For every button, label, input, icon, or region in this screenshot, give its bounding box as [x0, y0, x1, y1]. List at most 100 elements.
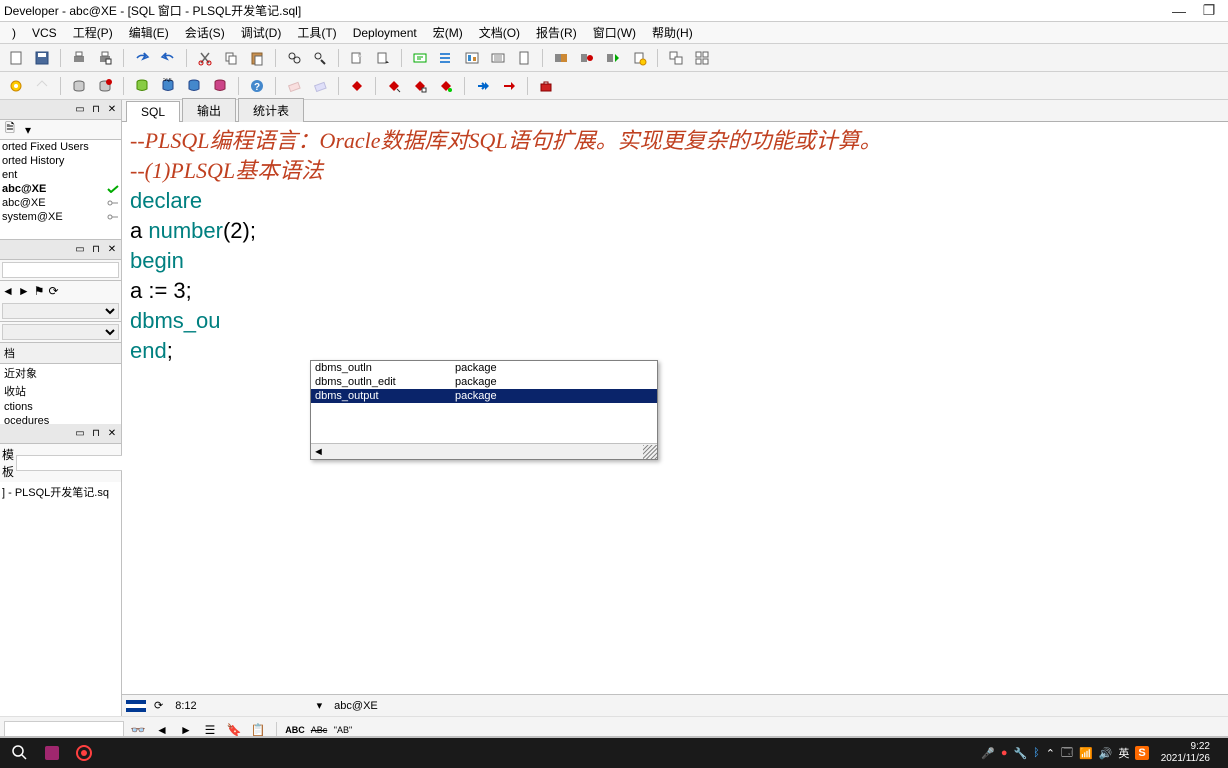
menu-help[interactable]: 帮助(H) — [644, 24, 701, 41]
autocomplete-item-selected[interactable]: dbms_outputpackage — [311, 389, 657, 403]
list-item[interactable]: ocedures — [0, 414, 121, 424]
autocomplete-scrollbar[interactable]: ◄ — [311, 443, 657, 459]
autocomplete-popup[interactable]: dbms_outlnpackage dbms_outln_editpackage… — [310, 360, 658, 460]
filter-favorite-icon[interactable]: ⚑ — [34, 284, 45, 298]
tray-chevron-icon[interactable]: ⌃ — [1046, 747, 1055, 760]
format-icon[interactable] — [345, 47, 369, 69]
menu-debug[interactable]: 调试(D) — [233, 24, 290, 41]
filter-icon[interactable]: ▾ — [20, 122, 36, 138]
menu-project[interactable]: 工程(P) — [65, 24, 121, 41]
list-item[interactable]: ctions — [0, 400, 121, 414]
tray-sogou-icon[interactable]: S — [1135, 746, 1148, 760]
tray-ime-icon[interactable]: 英 — [1118, 745, 1129, 761]
menu-tools[interactable]: 工具(T) — [289, 24, 344, 41]
template-list[interactable]: ] - PLSQL开发笔记.sq — [0, 482, 121, 716]
search-icon[interactable] — [4, 739, 36, 767]
menu-macro[interactable]: 宏(M) — [425, 24, 471, 41]
help-icon[interactable]: ? — [245, 75, 269, 97]
pane-menu-icon[interactable]: ▭ — [73, 104, 87, 115]
explain-icon[interactable] — [408, 47, 432, 69]
session-icon[interactable] — [486, 47, 510, 69]
filter-left-icon[interactable]: ◄ — [2, 284, 14, 298]
object-list[interactable]: 近对象 收站 ctions ocedures — [0, 364, 121, 424]
windows-icon[interactable] — [664, 47, 688, 69]
tree-item[interactable]: ent — [0, 168, 121, 182]
trace-icon[interactable] — [460, 47, 484, 69]
taskbar-app-icon[interactable] — [36, 739, 68, 767]
red-diamond-1-icon[interactable] — [345, 75, 369, 97]
arrow-right-blue-icon[interactable] — [471, 75, 495, 97]
list-item[interactable]: 近对象 — [0, 364, 121, 382]
undo-icon[interactable] — [130, 47, 154, 69]
red-diamond-3-icon[interactable] — [408, 75, 432, 97]
menu-window[interactable]: 窗口(W) — [585, 24, 644, 41]
refresh-icon[interactable]: ⟳ — [154, 699, 163, 712]
print-icon[interactable] — [67, 47, 91, 69]
cut-icon[interactable] — [193, 47, 217, 69]
pane-menu-icon[interactable]: ▭ — [73, 244, 87, 255]
tray-bluetooth-icon[interactable]: ᛒ — [1033, 747, 1040, 759]
autocomplete-item[interactable]: dbms_outlnpackage — [311, 361, 657, 375]
new-icon[interactable] — [4, 47, 28, 69]
copy-icon[interactable] — [219, 47, 243, 69]
redo-icon[interactable] — [156, 47, 180, 69]
connections-tree[interactable]: orted Fixed Users orted History ent abc@… — [0, 140, 121, 240]
pane-close-icon[interactable]: ✕ — [105, 104, 119, 115]
tool2-icon[interactable] — [575, 47, 599, 69]
pane-menu-icon[interactable]: ▭ — [73, 428, 87, 439]
pane-pin-icon[interactable]: ⊓ — [89, 428, 103, 439]
menu-session[interactable]: 会话(S) — [177, 24, 233, 41]
filter-refresh-icon[interactable]: ⟳ — [49, 284, 59, 298]
replace-icon[interactable] — [308, 47, 332, 69]
template-item[interactable]: ] - PLSQL开发笔记.sq — [2, 484, 119, 500]
tray-volume-icon[interactable]: 🔊 — [1099, 747, 1113, 760]
cup4-icon[interactable] — [208, 75, 232, 97]
tab-stats[interactable]: 统计表 — [238, 98, 304, 122]
tray-mic-icon[interactable]: 🎤 — [981, 747, 995, 760]
menu-edit[interactable]: 编辑(E) — [121, 24, 177, 41]
tool1-icon[interactable] — [549, 47, 573, 69]
tree-item[interactable]: orted Fixed Users — [0, 140, 121, 154]
object-type-select[interactable] — [2, 324, 119, 340]
conn-dropdown-icon[interactable]: ▾ — [317, 699, 323, 712]
pane-close-icon[interactable]: ✕ — [105, 244, 119, 255]
tool4-icon[interactable] — [627, 47, 651, 69]
print-preview-icon[interactable] — [93, 47, 117, 69]
menu-separator[interactable]: ) — [4, 26, 24, 40]
tree-item[interactable]: orted History — [0, 154, 121, 168]
menu-vcs[interactable]: VCS — [24, 26, 65, 40]
red-diamond-2-icon[interactable] — [382, 75, 406, 97]
tray-record-icon[interactable]: ● — [1001, 747, 1008, 759]
cup3-icon[interactable] — [182, 75, 206, 97]
tray-battery-icon[interactable]: 🗔 — [1061, 744, 1073, 763]
tray-tool-icon[interactable]: 🔧 — [1013, 747, 1027, 760]
db1-icon[interactable] — [67, 75, 91, 97]
autocomplete-item[interactable]: dbms_outln_editpackage — [311, 375, 657, 389]
plan-icon[interactable] — [434, 47, 458, 69]
taskbar-clock[interactable]: 9:22 2021/11/26 — [1155, 741, 1216, 765]
menu-report[interactable]: 报告(R) — [528, 24, 585, 41]
tool3-icon[interactable] — [601, 47, 625, 69]
cup-sql-icon[interactable]: SQL — [156, 75, 180, 97]
eraser2-icon[interactable] — [308, 75, 332, 97]
menu-deployment[interactable]: Deployment — [345, 26, 425, 40]
briefcase-icon[interactable] — [534, 75, 558, 97]
cup1-icon[interactable] — [130, 75, 154, 97]
list-item[interactable]: 收站 — [0, 382, 121, 400]
page-icon[interactable] — [512, 47, 536, 69]
find-icon[interactable] — [282, 47, 306, 69]
pane-pin-icon[interactable]: ⊓ — [89, 244, 103, 255]
save-icon[interactable] — [30, 47, 54, 69]
red-diamond-4-icon[interactable] — [434, 75, 458, 97]
tab-output[interactable]: 输出 — [182, 98, 236, 122]
arrow-right-red-icon[interactable] — [497, 75, 521, 97]
schema-select[interactable] — [2, 303, 119, 319]
tree-item[interactable]: abc@XE — [0, 196, 121, 210]
object-filter-input[interactable] — [2, 262, 119, 278]
menu-doc[interactable]: 文档(O) — [471, 24, 528, 41]
tree-item-active[interactable]: abc@XE — [0, 182, 121, 196]
tray-wifi-icon[interactable]: 📶 — [1079, 747, 1093, 760]
gear-icon[interactable] — [4, 75, 28, 97]
refresh-icon[interactable]: 🗎 — [2, 122, 18, 138]
filter-right-icon[interactable]: ► — [18, 284, 30, 298]
